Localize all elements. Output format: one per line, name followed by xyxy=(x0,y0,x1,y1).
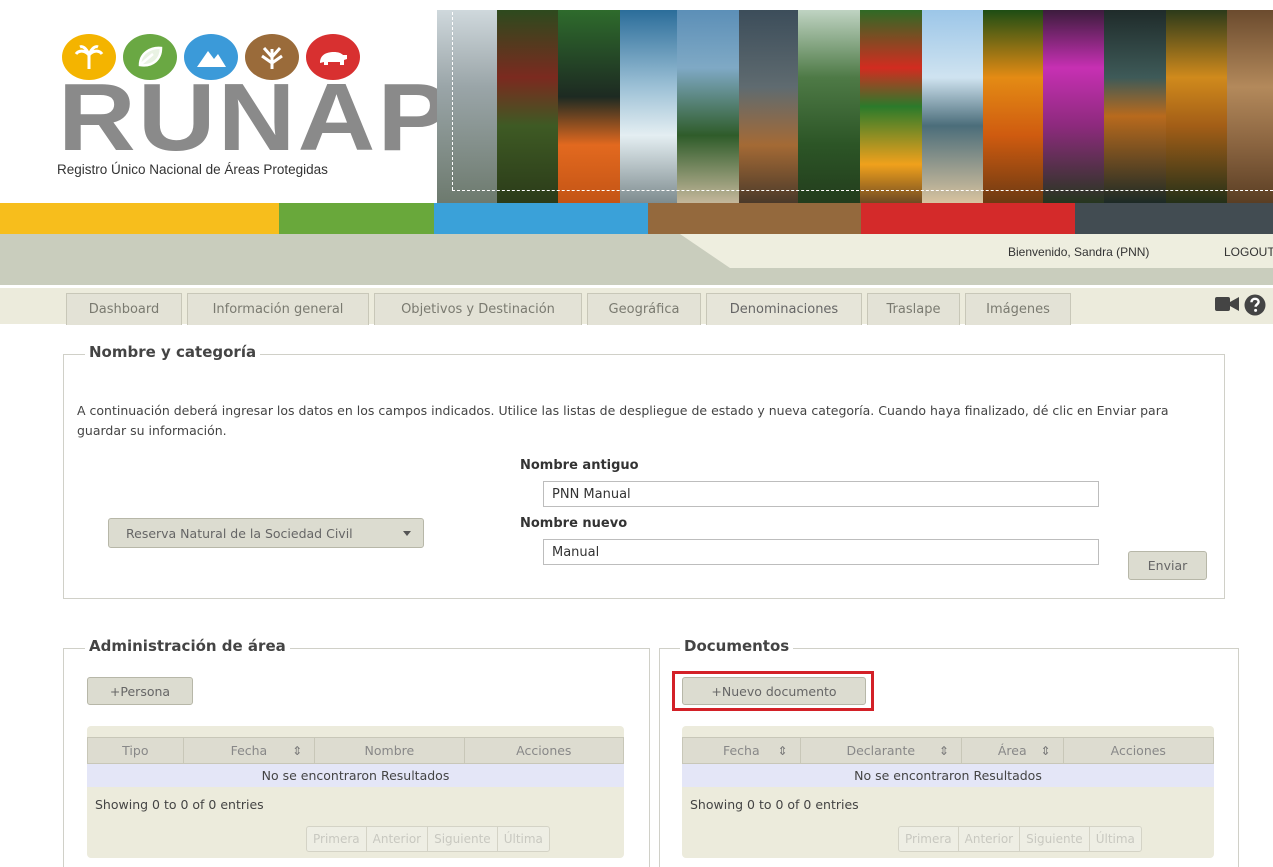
logo-area: RUNAP Registro Único Nacional de Áreas P… xyxy=(0,0,449,203)
add-person-button[interactable]: +Persona xyxy=(87,677,193,705)
welcome-bar xyxy=(0,234,1273,285)
column-header[interactable]: Acciones xyxy=(1064,738,1213,763)
logo-subtitle: Registro Único Nacional de Áreas Protegi… xyxy=(57,162,328,177)
table-header: Fecha ⇕ Declarante ⇕ Área ⇕ Acciones xyxy=(682,737,1214,764)
category-select-value: Reserva Natural de la Sociedad Civil xyxy=(126,525,353,541)
pager-next[interactable]: Siguiente xyxy=(1020,827,1090,851)
empty-table-row: No se encontraron Resultados xyxy=(682,764,1214,787)
pager-last[interactable]: Última xyxy=(498,827,549,851)
tab-dashboard[interactable]: Dashboard xyxy=(66,293,182,325)
sort-icon: ⇕ xyxy=(938,744,949,758)
pagination: Primera Anterior Siguiente Última xyxy=(898,826,1142,852)
logo-text: RUNAP xyxy=(58,64,452,171)
intro-text: A continuación deberá ingresar los datos… xyxy=(77,403,1169,438)
old-name-label: Nombre antiguo xyxy=(520,458,639,473)
tab-geografica[interactable]: Geográfica xyxy=(587,293,701,325)
pager-first[interactable]: Primera xyxy=(307,827,367,851)
column-header[interactable]: Acciones xyxy=(465,738,623,763)
column-header[interactable]: Nombre xyxy=(315,738,465,763)
column-header[interactable]: Declarante ⇕ xyxy=(801,738,962,763)
submit-button[interactable]: Enviar xyxy=(1128,551,1207,580)
column-header[interactable]: Tipo xyxy=(88,738,184,763)
pager-previous[interactable]: Anterior xyxy=(959,827,1021,851)
table-info: Showing 0 to 0 of 0 entries xyxy=(95,797,264,812)
new-name-label: Nombre nuevo xyxy=(520,516,628,531)
pagination: Primera Anterior Siguiente Última xyxy=(306,826,550,852)
photo-banner xyxy=(437,10,1273,203)
new-name-field[interactable] xyxy=(543,539,1099,565)
pager-previous[interactable]: Anterior xyxy=(367,827,429,851)
column-header[interactable]: Fecha ⇕ xyxy=(184,738,316,763)
documentos-legend: Documentos xyxy=(680,637,794,655)
help-icon[interactable] xyxy=(1244,294,1266,320)
tab-imagenes[interactable]: Imágenes xyxy=(965,293,1071,325)
column-header[interactable]: Fecha ⇕ xyxy=(683,738,801,763)
pager-next[interactable]: Siguiente xyxy=(428,827,498,851)
banner-dashed-line xyxy=(452,190,1273,191)
banner-dashed-line xyxy=(452,12,453,190)
old-name-field[interactable] xyxy=(543,481,1099,507)
caret-down-icon xyxy=(403,531,411,536)
sort-icon: ⇕ xyxy=(1040,744,1051,758)
pager-last[interactable]: Última xyxy=(1090,827,1141,851)
tab-traslape[interactable]: Traslape xyxy=(867,293,960,325)
video-camera-icon[interactable] xyxy=(1215,296,1239,316)
administracion-legend: Administración de área xyxy=(85,637,290,655)
table-header: Tipo Fecha ⇕ Nombre Acciones xyxy=(87,737,624,764)
sort-icon: ⇕ xyxy=(292,744,303,758)
sort-icon: ⇕ xyxy=(777,744,788,758)
tab-denominaciones[interactable]: Denominaciones xyxy=(706,293,862,325)
category-select[interactable]: Reserva Natural de la Sociedad Civil xyxy=(108,518,424,548)
table-info: Showing 0 to 0 of 0 entries xyxy=(690,797,859,812)
welcome-message: Bienvenido, Sandra (PNN) xyxy=(1008,245,1150,259)
column-header[interactable]: Área ⇕ xyxy=(962,738,1064,763)
logout-link[interactable]: LOGOUT xyxy=(1224,245,1273,259)
tab-informacion-general[interactable]: Información general xyxy=(187,293,369,325)
empty-table-row: No se encontraron Resultados xyxy=(87,764,624,787)
highlight-box xyxy=(672,671,874,711)
pager-first[interactable]: Primera xyxy=(899,827,959,851)
color-bar xyxy=(0,203,1273,234)
nombre-categoria-legend: Nombre y categoría xyxy=(85,343,261,361)
tab-objetivos-destinacion[interactable]: Objetivos y Destinación xyxy=(374,293,582,325)
